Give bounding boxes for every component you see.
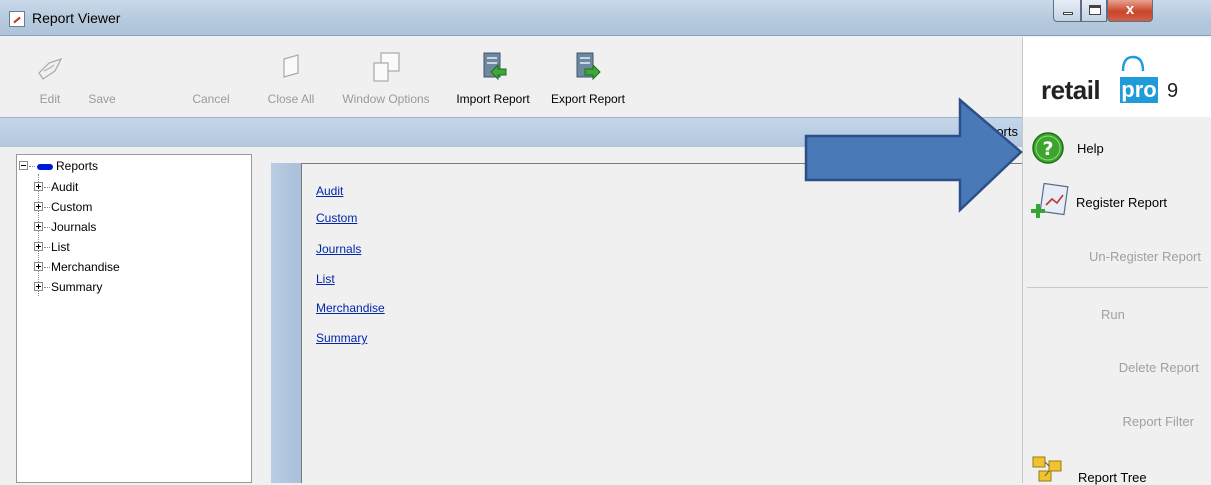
import-report-button[interactable]: Import Report: [446, 37, 540, 117]
retail-pro-logo: retail pro 9: [1022, 37, 1211, 117]
report-filter-button[interactable]: Report Filter: [1023, 414, 1211, 429]
tree-item-audit[interactable]: Audit: [34, 179, 78, 195]
tree-item-list[interactable]: List: [34, 239, 70, 255]
tree-item-custom[interactable]: Custom: [34, 199, 92, 215]
import-report-icon: [483, 52, 507, 81]
tree-item-merchandise[interactable]: Merchandise: [34, 259, 120, 275]
splitter[interactable]: [252, 147, 271, 483]
close-icon: x: [1125, 1, 1135, 18]
reports-folder-icon: [37, 163, 53, 170]
expand-icon[interactable]: [34, 182, 43, 192]
edit-icon: [38, 57, 63, 80]
link-audit[interactable]: Audit: [316, 184, 343, 198]
link-list[interactable]: List: [316, 272, 335, 286]
cancel-button[interactable]: Cancel: [185, 37, 237, 117]
link-summary[interactable]: Summary: [316, 331, 367, 345]
help-icon: ?: [1032, 132, 1064, 164]
export-report-icon: [576, 52, 601, 81]
close-all-button[interactable]: Close All: [259, 37, 323, 117]
save-button[interactable]: Save: [82, 37, 122, 117]
register-report-icon: [1031, 183, 1069, 218]
edit-button[interactable]: Edit: [28, 37, 72, 117]
maximize-button[interactable]: [1081, 0, 1107, 22]
register-report-button[interactable]: Register Report: [1023, 183, 1211, 223]
logo-text-retail: retail: [1041, 75, 1101, 105]
unregister-report-button[interactable]: Un-Register Report: [1023, 249, 1211, 264]
minimize-button[interactable]: [1053, 0, 1081, 22]
window-title: Report Viewer: [32, 10, 121, 26]
expand-icon[interactable]: [34, 242, 43, 252]
link-journals[interactable]: Journals: [316, 242, 361, 256]
expand-icon[interactable]: [34, 262, 43, 272]
minimize-icon: [1063, 12, 1073, 15]
svg-text:?: ?: [1042, 138, 1053, 160]
link-custom[interactable]: Custom: [316, 211, 357, 225]
report-tree-icon: [1032, 456, 1062, 482]
close-button[interactable]: x: [1107, 0, 1153, 22]
content-side-bar: [271, 163, 301, 483]
delete-report-button[interactable]: Delete Report: [1023, 360, 1211, 375]
report-tree[interactable]: Reports Audit Custom Journals List Merch…: [16, 154, 252, 483]
action-panel: ? Help Register Report Un-Register Repor…: [1022, 117, 1211, 485]
separator: [1027, 287, 1208, 288]
callout-arrow-icon: [804, 97, 1023, 213]
link-merchandise[interactable]: Merchandise: [316, 301, 385, 315]
window-options-button[interactable]: Window Options: [332, 37, 440, 117]
window-options-icon: [373, 52, 400, 82]
logo-version: 9: [1167, 80, 1179, 102]
close-all-icon: [283, 54, 299, 78]
expand-icon[interactable]: [34, 202, 43, 212]
expand-icon[interactable]: [34, 222, 43, 232]
logo-text-pro: pro: [1120, 77, 1158, 103]
tree-root-reports[interactable]: Reports: [19, 158, 98, 174]
collapse-icon[interactable]: [19, 161, 28, 171]
help-button[interactable]: ? Help: [1023, 131, 1211, 165]
expand-icon[interactable]: [34, 282, 43, 292]
tree-item-journals[interactable]: Journals: [34, 219, 96, 235]
title-bar: Report Viewer x: [0, 0, 1211, 36]
report-viewer-icon: [9, 11, 25, 27]
maximize-icon: [1089, 5, 1101, 15]
tree-item-summary[interactable]: Summary: [34, 279, 102, 295]
report-tree-button[interactable]: Report Tree: [1023, 453, 1211, 485]
export-report-button[interactable]: Export Report: [542, 37, 634, 117]
